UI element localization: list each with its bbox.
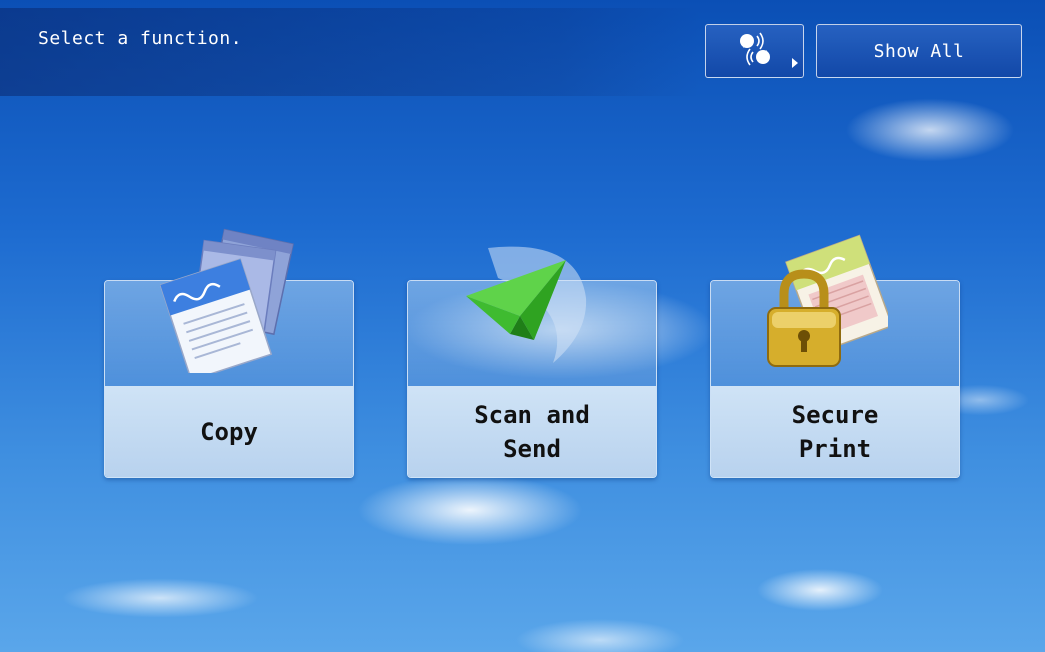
copy-label: Copy — [200, 417, 258, 446]
copy-documents-icon — [159, 218, 295, 382]
show-all-label: Show All — [873, 40, 965, 62]
secure-card-label-area: Secure Print — [711, 386, 959, 477]
page-prompt: Select a function. — [38, 28, 243, 49]
scan-card-label-area: Scan and Send — [408, 386, 656, 477]
voice-guidance-button[interactable] — [705, 24, 804, 78]
header-bar — [0, 8, 700, 96]
voice-guidance-icon — [733, 30, 777, 72]
paper-plane-icon — [458, 238, 598, 372]
padlock-document-icon — [758, 228, 894, 382]
scan-and-send-label: Scan and Send — [474, 400, 590, 463]
secure-print-label: Secure Print — [791, 400, 879, 463]
menu-arrow-icon — [792, 58, 798, 68]
copy-card-label-area: Copy — [105, 386, 353, 477]
show-all-button[interactable]: Show All — [816, 24, 1022, 78]
